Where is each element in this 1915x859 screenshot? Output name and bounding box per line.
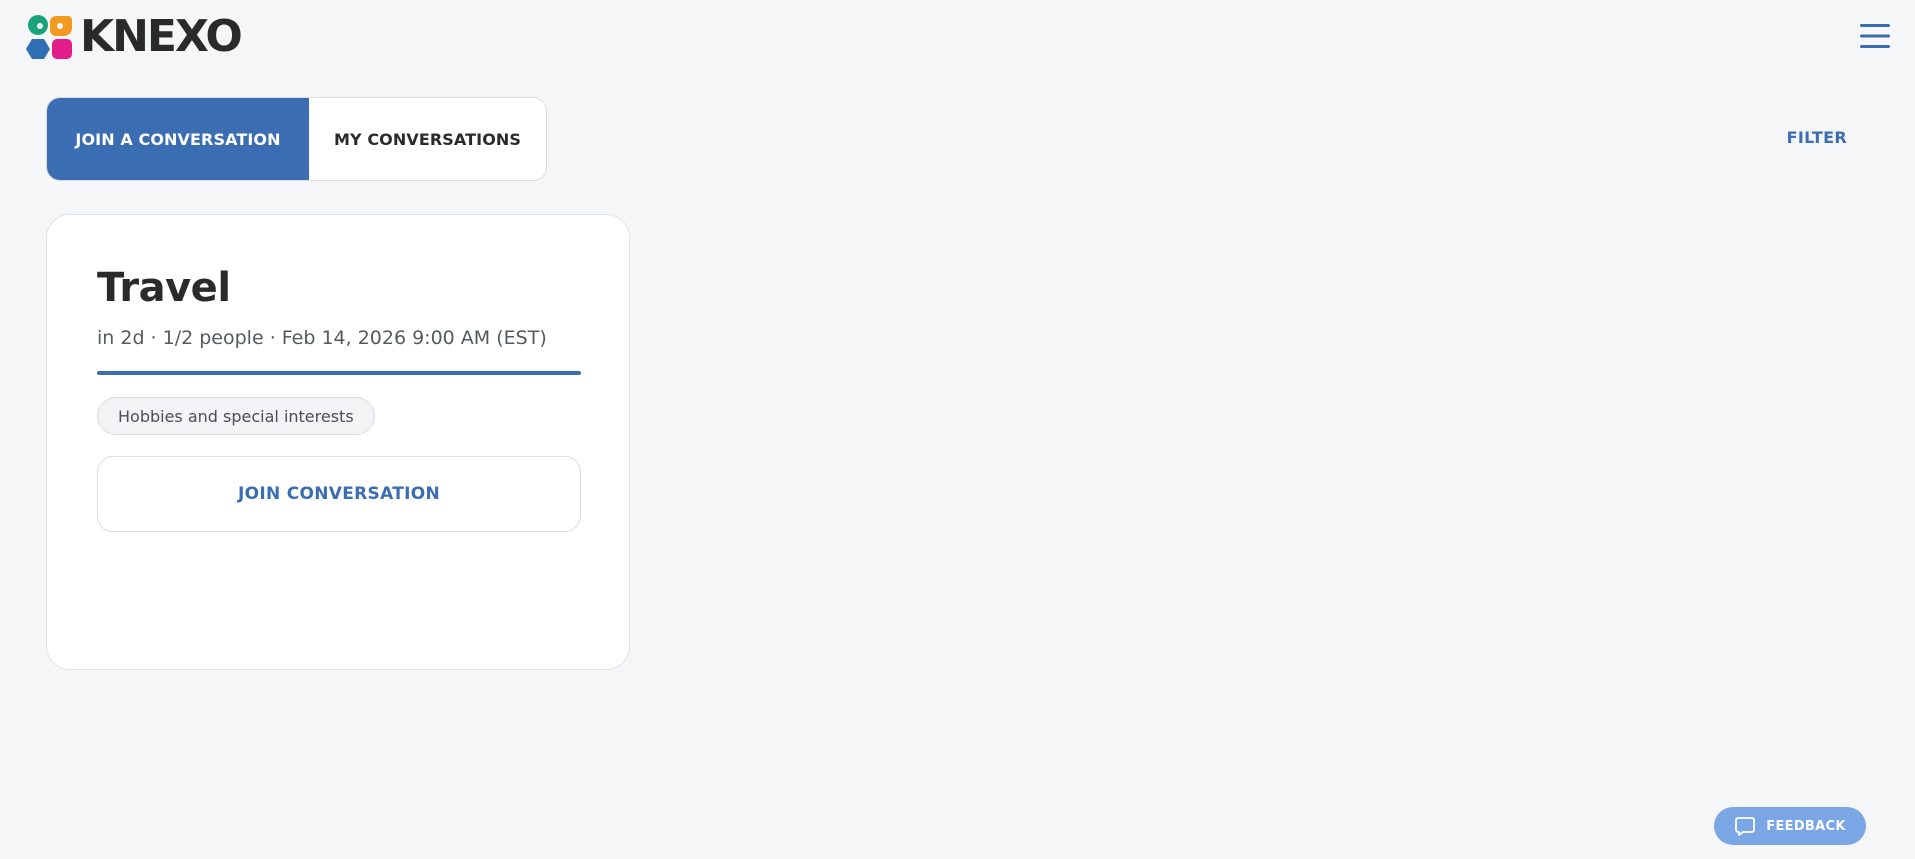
conversation-card: Travel in 2d · 1/2 people · Feb 14, 2026… xyxy=(46,214,630,670)
tab-my-conversations[interactable]: MY CONVERSATIONS xyxy=(309,98,546,180)
filter-button[interactable]: FILTER xyxy=(1787,128,1847,147)
feedback-button[interactable]: FEEDBACK xyxy=(1714,807,1866,845)
conversation-progress-bar xyxy=(97,371,581,375)
chat-bubble-icon xyxy=(1735,817,1756,836)
app-header: KNEXO xyxy=(0,0,1915,80)
join-conversation-button[interactable]: JOIN CONVERSATION xyxy=(97,456,581,532)
brand-name: KNEXO xyxy=(80,11,243,62)
knexo-logo-icon xyxy=(26,15,72,59)
logo[interactable]: KNEXO xyxy=(26,11,243,62)
feedback-label: FEEDBACK xyxy=(1766,818,1846,834)
conversation-meta: in 2d · 1/2 people · Feb 14, 2026 9:00 A… xyxy=(97,327,547,349)
conversation-title: Travel xyxy=(97,265,231,311)
conversation-tabs: JOIN A CONVERSATION MY CONVERSATIONS xyxy=(46,97,547,181)
interest-tag: Hobbies and special interests xyxy=(97,397,375,435)
hamburger-menu-icon[interactable] xyxy=(1859,20,1891,52)
tab-join-a-conversation[interactable]: JOIN A CONVERSATION xyxy=(47,98,309,180)
conversation-progress-fill xyxy=(97,371,581,375)
